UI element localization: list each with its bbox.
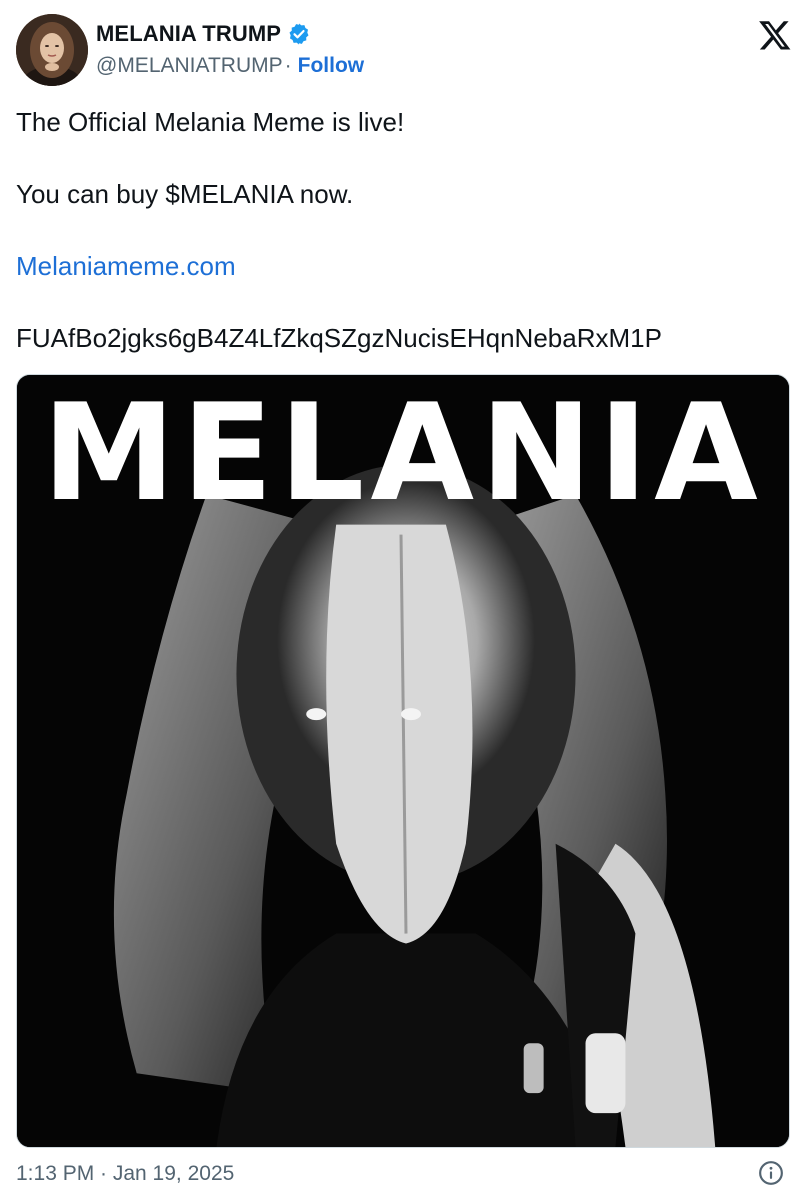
tweet-text-line-2: You can buy $MELANIA now. xyxy=(16,179,354,209)
tweet-text-line-1: The Official Melania Meme is live! xyxy=(16,107,405,137)
author-name-row: MELANIA TRUMP xyxy=(96,20,311,48)
tweet-media-image[interactable]: MELANIA xyxy=(16,374,790,1148)
tweet-timestamp[interactable]: 1:13 PM · Jan 19, 2025 xyxy=(16,1162,234,1186)
tweet-header: MELANIA TRUMP @MELANIATRUMP · Follow xyxy=(16,14,796,88)
media-overlay-title: MELANIA xyxy=(42,375,764,531)
avatar[interactable] xyxy=(16,14,88,86)
follow-button[interactable]: Follow xyxy=(298,54,365,78)
separator-dot: · xyxy=(284,54,292,77)
author-handle[interactable]: @MELANIATRUMP xyxy=(96,54,283,78)
info-icon[interactable] xyxy=(758,1160,784,1186)
x-logo-icon[interactable] xyxy=(758,18,792,52)
author-handle-row: @MELANIATRUMP · Follow xyxy=(96,54,364,78)
verified-badge-icon xyxy=(287,22,311,46)
author-name[interactable]: MELANIA TRUMP xyxy=(96,21,281,47)
tweet-footer: 1:13 PM · Jan 19, 2025 xyxy=(16,1160,796,1190)
tweet-text-line-4: FUAfBo2jgks6gB4Z4LfZkqSZgzNucisEHqnNebaR… xyxy=(16,323,662,353)
tweet-link[interactable]: Melaniameme.com xyxy=(16,248,236,284)
